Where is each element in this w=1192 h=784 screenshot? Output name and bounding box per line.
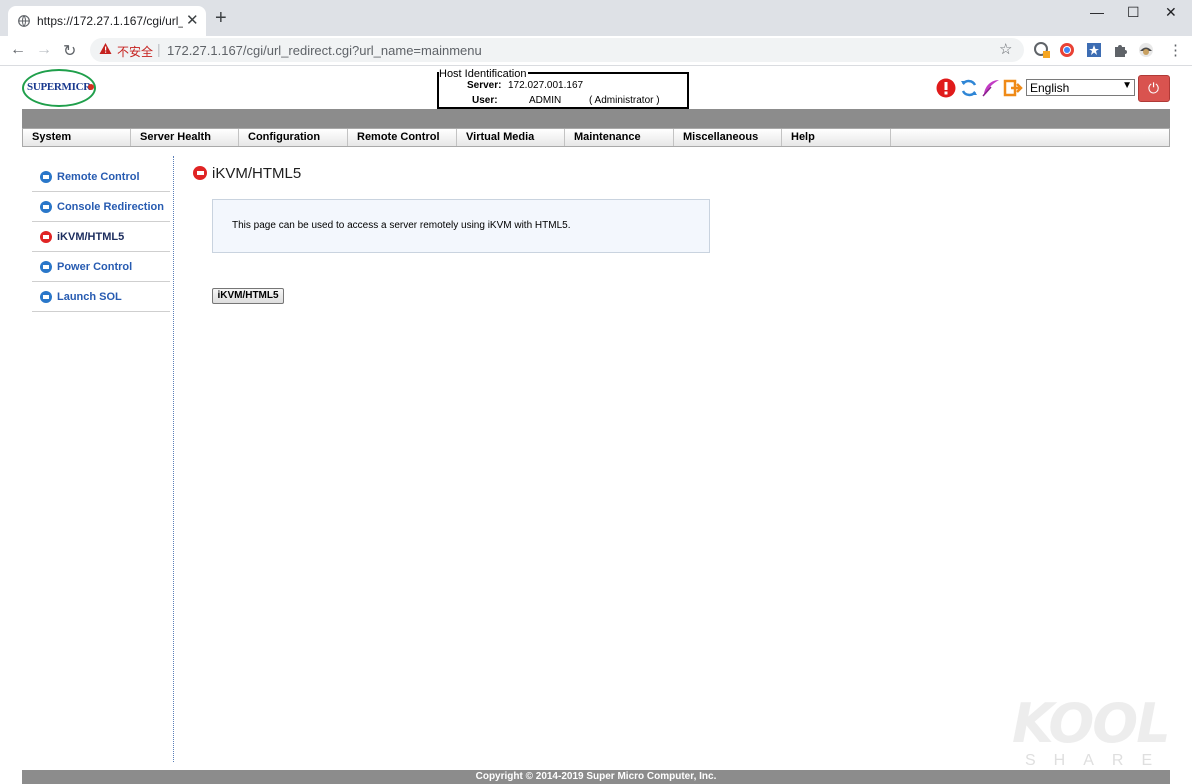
language-value: English [1030,81,1070,95]
user-label: User: [472,95,498,106]
sidebar-item-launch-sol[interactable]: Launch SOL [32,282,170,312]
header-gray-bar [22,109,1170,128]
url-separator: | [157,41,161,57]
window-close-button[interactable]: ✕ [1165,4,1177,21]
window-maximize-button[interactable]: ☐ [1127,4,1140,21]
user-role: ( Administrator ) [589,95,660,106]
host-identification-legend: Host Identification [439,68,529,80]
info-box: This page can be used to access a server… [212,199,710,253]
menu-virtual-media[interactable]: Virtual Media [457,129,565,146]
sidebar-item-label: Power Control [57,261,133,273]
server-label: Server: [467,80,502,91]
bookmark-extension-icon[interactable] [1086,42,1102,58]
arrow-right-icon [40,261,52,273]
chrome-extension-icon[interactable] [1059,42,1075,58]
page-description: This page can be used to access a server… [232,220,571,231]
forward-button[interactable]: → [36,41,52,59]
power-button[interactable]: ⏻ [1138,75,1170,102]
tab-title: https://172.27.1.167/cgi/url_re [37,14,183,28]
footer: Copyright © 2014-2019 Super Micro Comput… [22,770,1170,784]
address-bar[interactable]: 不安全 | 172.27.1.167/cgi/url_redirect.cgi?… [90,38,1024,62]
arrow-right-icon [40,171,52,183]
supermicro-logo: SUPERMICR [22,69,96,107]
sidebar-divider [173,156,174,762]
menu-miscellaneous[interactable]: Miscellaneous [674,129,782,146]
alert-icon[interactable] [936,78,956,98]
menu-system[interactable]: System [23,129,131,146]
page-title: iKVM/HTML5 [212,165,302,182]
tab-close-icon[interactable]: ✕ [186,11,199,29]
puzzle-icon[interactable] [1112,42,1128,58]
sidebar-item-label: iKVM/HTML5 [57,231,125,243]
bookmark-star-icon[interactable]: ☆ [999,40,1012,58]
new-tab-button[interactable]: + [215,7,227,30]
server-value: 172.027.001.167 [508,80,584,91]
arrow-right-icon [40,231,52,243]
power-icon: ⏻ [1148,80,1160,96]
feather-icon[interactable] [981,78,1001,98]
arrow-right-icon [40,291,52,303]
main-menu: System Server Health Configuration Remot… [22,128,1170,147]
sidebar-item-ikvm-html5[interactable]: iKVM/HTML5 [32,222,170,252]
url-text[interactable]: 172.27.1.167/cgi/url_redirect.cgi?url_na… [167,43,482,58]
back-button[interactable]: ← [10,41,26,59]
menu-maintenance[interactable]: Maintenance [565,129,674,146]
watermark-subtext: SHARE [1025,752,1171,769]
sidebar-item-label: Console Redirection [57,201,164,213]
browser-toolbar: ← → ↻ 不安全 | 172.27.1.167/cgi/url_redirec… [0,36,1192,66]
arrow-right-icon [40,201,52,213]
host-identification: Host Identification Server: 172.027.001.… [437,68,689,109]
user-value: ADMIN [529,95,562,106]
language-select[interactable]: English ▼ [1026,79,1135,96]
watermark-logo: KOOL [1012,692,1171,755]
menu-configuration[interactable]: Configuration [239,129,348,146]
sidebar-item-console-redirection[interactable]: Console Redirection [32,192,170,222]
globe-icon [18,15,30,27]
extension-badge-icon[interactable] [1034,42,1050,58]
window-minimize-button[interactable]: — [1090,4,1104,20]
browser-tab[interactable]: https://172.27.1.167/cgi/url_re ✕ [8,6,206,36]
arrow-right-icon [193,166,207,180]
launch-ikvm-html5-button[interactable]: iKVM/HTML5 [212,288,284,304]
sidebar-item-label: Remote Control [57,171,140,183]
refresh-icon[interactable] [959,78,979,98]
sidebar-item-power-control[interactable]: Power Control [32,252,170,282]
profile-avatar-icon[interactable] [1138,42,1154,58]
menu-remote-control[interactable]: Remote Control [348,129,457,146]
sidebar-item-remote-control[interactable]: Remote Control [32,162,170,192]
warning-icon [99,43,112,54]
browser-tabbar: https://172.27.1.167/cgi/url_re ✕ + — ☐ … [0,0,1192,36]
menu-server-health[interactable]: Server Health [131,129,239,146]
reload-button[interactable]: ↻ [63,41,76,61]
security-status[interactable]: 不安全 [117,43,153,60]
browser-menu-icon[interactable]: ⋮ [1168,41,1183,59]
copyright-text: Copyright © 2014-2019 Super Micro Comput… [475,771,717,782]
logout-icon[interactable] [1003,78,1023,98]
menu-help[interactable]: Help [782,129,891,146]
chevron-down-icon: ▼ [1122,80,1132,91]
sidebar-item-label: Launch SOL [57,291,122,303]
